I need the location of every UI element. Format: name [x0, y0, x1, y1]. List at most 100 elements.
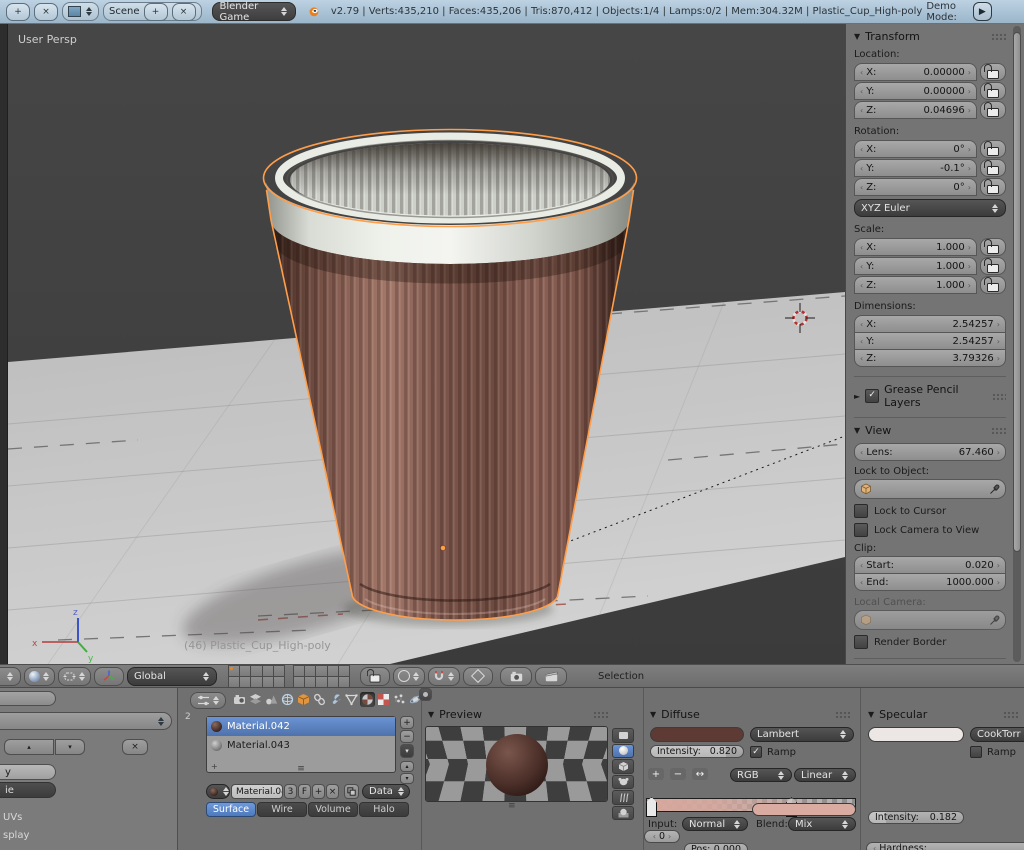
delete-screen-button[interactable]: ×: [34, 3, 58, 21]
render-opengl-button[interactable]: [500, 667, 532, 686]
editor-edge-strip[interactable]: [0, 24, 8, 664]
lock-to-scene-button[interactable]: [360, 667, 390, 686]
demo-play-button[interactable]: ▶: [973, 2, 992, 21]
manipulator-toggle-button[interactable]: [94, 667, 124, 686]
eyedropper-icon[interactable]: [989, 484, 1000, 495]
ramp-blend-dropdown[interactable]: Mix: [788, 817, 856, 831]
grease-pencil-checkbox[interactable]: ✓: [865, 389, 879, 403]
panel-grip-icon[interactable]: [991, 33, 1006, 40]
lock-scale-y-button[interactable]: [980, 257, 1006, 275]
diffuse-panel-header[interactable]: ▼ Diffuse: [650, 708, 850, 721]
panel-grip-icon[interactable]: [991, 427, 1006, 434]
new-material-button[interactable]: +: [312, 784, 325, 799]
ramp-flip-button[interactable]: ↔: [692, 768, 708, 780]
lock-to-object-field[interactable]: [854, 479, 1006, 499]
add-screen-button[interactable]: +: [6, 3, 30, 21]
viewport-canvas[interactable]: x z y User Persp (46) Plastic_Cup_High-p…: [8, 24, 845, 664]
view-panel-header[interactable]: ▼ View: [854, 417, 1006, 437]
particles-context-icon[interactable]: [392, 692, 407, 707]
lock-rotation-z-button[interactable]: [980, 178, 1006, 196]
move-up-button[interactable]: ▴: [4, 739, 54, 755]
proportional-edit-dropdown[interactable]: [393, 667, 425, 686]
panel-collapse-button[interactable]: [419, 688, 432, 701]
specular-ramp-checkbox[interactable]: [970, 746, 982, 758]
remove-material-slot-button[interactable]: −: [400, 730, 414, 743]
lens-field[interactable]: ‹Lens:67.460›: [854, 443, 1006, 461]
render-context-icon[interactable]: [232, 692, 247, 707]
viewport-3d[interactable]: x z y User Persp (46) Plastic_Cup_High-p…: [8, 24, 845, 664]
pivot-dropdown[interactable]: [58, 667, 91, 686]
render-opengl-anim-button[interactable]: [535, 667, 567, 686]
browse-material-dropdown[interactable]: [206, 784, 230, 799]
ramp-color-mode-dropdown[interactable]: RGB: [730, 768, 792, 782]
scale-y-field[interactable]: ‹Y:1.000›: [854, 257, 977, 275]
location-y-field[interactable]: ‹Y:0.00000›: [854, 82, 977, 100]
editor-type-selector[interactable]: [190, 692, 226, 709]
list-resize-grip[interactable]: ≡: [297, 764, 305, 774]
render-layers-context-icon[interactable]: [248, 692, 263, 707]
lock-location-y-button[interactable]: [980, 82, 1006, 100]
dimensions-y-field[interactable]: ‹Y:2.54257›: [854, 332, 1006, 350]
fake-user-button[interactable]: F: [298, 784, 311, 799]
object-context-icon[interactable]: [296, 692, 311, 707]
preview-sphere-button[interactable]: [612, 744, 634, 759]
screen-layout-selector[interactable]: [62, 2, 99, 21]
rotation-z-field[interactable]: ‹Z:0°›: [854, 178, 977, 196]
diffuse-shader-dropdown[interactable]: Lambert: [750, 727, 854, 742]
specular-shader-dropdown[interactable]: CookTorr: [970, 727, 1024, 742]
add-material-slot-button[interactable]: +: [400, 716, 414, 729]
delete-scene-button[interactable]: ×: [172, 3, 196, 21]
partial-light-button[interactable]: y: [0, 764, 56, 780]
render-border-checkbox[interactable]: [854, 635, 868, 649]
preview-cube-button[interactable]: [612, 759, 634, 774]
specular-color-swatch[interactable]: [868, 727, 964, 742]
panel-grip-icon[interactable]: [593, 711, 608, 718]
material-slot-row[interactable]: Material.043: [207, 736, 395, 755]
material-specials-dropdown[interactable]: ▾: [400, 744, 414, 758]
location-z-field[interactable]: ‹Z:0.04696›: [854, 101, 977, 119]
ramp-delete-stop-button[interactable]: −: [670, 768, 686, 780]
npanel-scrollbar-thumb[interactable]: [1013, 32, 1021, 552]
unlink-material-button[interactable]: ×: [326, 784, 339, 799]
layer-grid-1[interactable]: [228, 666, 285, 687]
add-scene-button[interactable]: +: [144, 3, 168, 21]
diffuse-ramp-checkbox[interactable]: ✓: [750, 746, 762, 758]
material-context-icon[interactable]: [360, 692, 375, 707]
lock-to-cursor-checkbox[interactable]: [854, 504, 868, 518]
slot-move-up-button[interactable]: ▴: [400, 761, 414, 772]
dimensions-z-field[interactable]: ‹Z:3.79326›: [854, 349, 1006, 367]
transform-panel-header[interactable]: ▼ Transform: [854, 30, 1006, 43]
material-slot-row[interactable]: Material.042: [207, 717, 395, 736]
lock-rotation-x-button[interactable]: [980, 140, 1006, 158]
snap-dropdown[interactable]: [428, 667, 460, 686]
ramp-stop-handle[interactable]: [646, 797, 657, 817]
specular-hardness-slider[interactable]: ‹ Hardness:: [866, 842, 1024, 850]
object-data-context-icon[interactable]: [344, 692, 359, 707]
copy-material-button[interactable]: [344, 784, 359, 799]
modifiers-context-icon[interactable]: [328, 692, 343, 707]
diffuse-intensity-slider[interactable]: Intensity: 0.820: [650, 745, 744, 758]
texture-context-icon[interactable]: [376, 692, 391, 707]
mode-dropdown-partial[interactable]: [0, 667, 21, 686]
ramp-stop-position-field[interactable]: Pos:0.000: [684, 843, 748, 850]
partial-button[interactable]: [0, 691, 56, 706]
move-down-button[interactable]: ▾: [55, 739, 85, 755]
panel-grip-icon[interactable]: [1003, 711, 1018, 718]
lock-rotation-y-button[interactable]: [980, 159, 1006, 177]
tab-volume[interactable]: Volume: [308, 802, 358, 817]
material-name-field[interactable]: Material.042: [231, 784, 283, 799]
world-context-icon[interactable]: [280, 692, 295, 707]
partial-dark-button[interactable]: ie: [0, 782, 56, 798]
link-datablock-dropdown[interactable]: Data: [362, 784, 410, 799]
preview-world-sphere-button[interactable]: [612, 806, 634, 821]
tab-halo[interactable]: Halo: [359, 802, 409, 817]
layer-grid-2[interactable]: [293, 666, 350, 687]
layer-cell[interactable]: [338, 676, 350, 688]
specular-intensity-slider[interactable]: Intensity: 0.182: [868, 811, 964, 824]
scene-context-icon[interactable]: [264, 692, 279, 707]
ramp-stop-color-swatch[interactable]: [752, 803, 856, 816]
partial-dropdown[interactable]: [0, 712, 172, 730]
ramp-interpolation-dropdown[interactable]: Linear: [794, 768, 856, 782]
rotation-x-field[interactable]: ‹X:0°›: [854, 140, 977, 158]
close-button[interactable]: ×: [122, 739, 148, 755]
